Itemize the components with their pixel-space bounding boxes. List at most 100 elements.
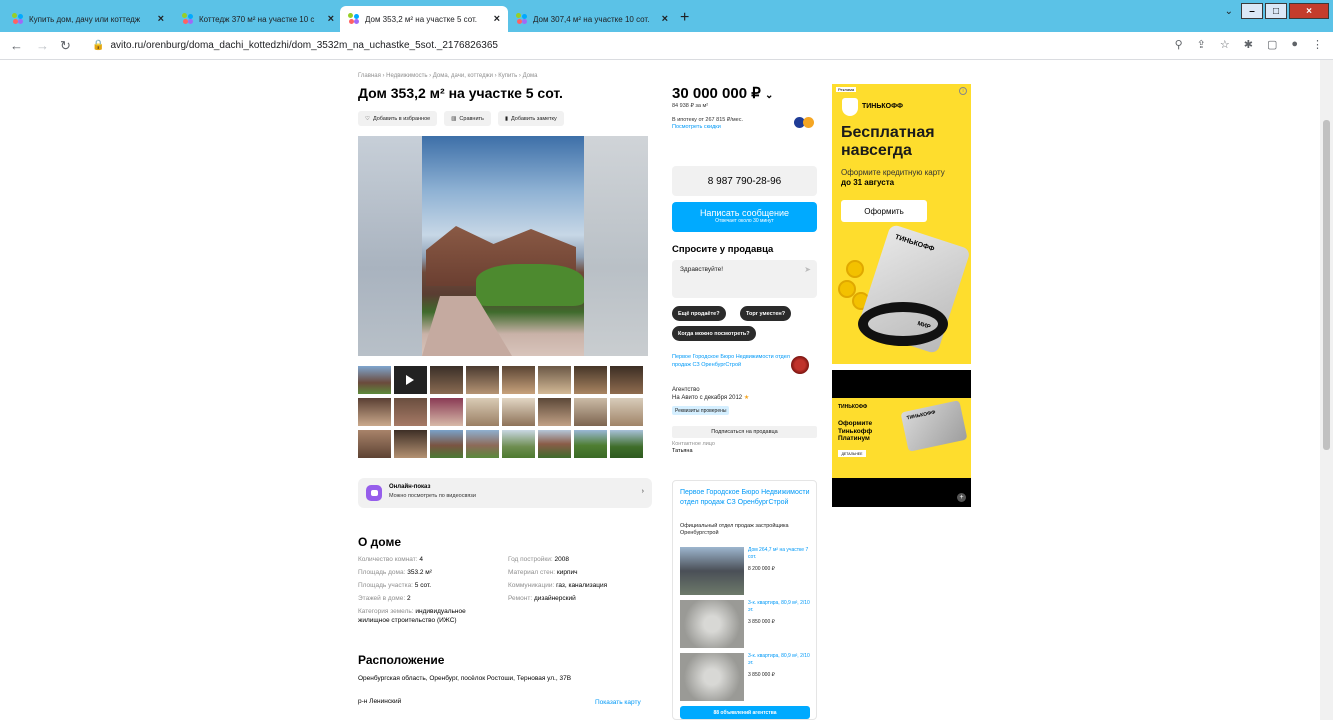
thumbnail[interactable]: [574, 398, 607, 426]
tab-1[interactable]: Купить дом, дачу или коттедж ×: [4, 6, 172, 32]
param-key: Площадь дома:: [358, 569, 408, 576]
thumbnail[interactable]: [358, 366, 391, 394]
compare-button[interactable]: ▥ Сравнить: [444, 111, 491, 126]
maximize-icon[interactable]: □: [1265, 3, 1287, 19]
bookmark-star-icon[interactable]: ☆: [1220, 38, 1230, 51]
thumbnail[interactable]: [538, 398, 571, 426]
url-field[interactable]: 🔒 avito.ru/orenburg/doma_dachi_kottedzhi/…: [92, 40, 498, 51]
tab-3-active[interactable]: Дом 353,2 м² на участке 5 сот. ×: [340, 6, 508, 32]
ad-expand-icon[interactable]: +: [957, 493, 966, 502]
menu-icon[interactable]: ⋮: [1312, 38, 1323, 51]
video-thumbnail[interactable]: [394, 366, 427, 394]
seller-type: Агентство: [672, 387, 700, 393]
online-show-banner[interactable]: Онлайн-показ Можно посмотреть по видеосв…: [358, 478, 652, 508]
thumbnail[interactable]: [610, 366, 643, 394]
message-label: Написать сообщение: [699, 208, 790, 218]
minimize-icon[interactable]: –: [1241, 3, 1263, 19]
address: Оренбургская область, Оренбург, посёлок …: [358, 675, 572, 682]
add-favorite-button[interactable]: ♡ Добавить в избранное: [358, 111, 438, 126]
thumbnail[interactable]: [538, 366, 571, 394]
close-tab-icon[interactable]: ×: [158, 13, 164, 25]
district: р-н Ленинский: [358, 698, 402, 705]
listing-actions: ♡ Добавить в избранное ▥ Сравнить ▮ Добавит…: [358, 111, 564, 126]
thumbnail[interactable]: [538, 430, 571, 458]
tab-4[interactable]: Дом 307,4 м² на участке 10 сот. ×: [508, 6, 676, 32]
tinkoff-ad-banner[interactable]: Реклама i ТИНЬКОФФ Бесплатная навсегда О…: [832, 84, 971, 364]
scrollbar-thumb[interactable]: [1323, 120, 1330, 450]
agency-listing[interactable]: Дом 264,7 м² на участке 7 сот. 8 200 000…: [680, 547, 812, 595]
listing-title[interactable]: 3-к. квартира, 80,9 м², 2/10 эт.: [748, 600, 812, 613]
ask-seller-input[interactable]: Здравствуйте! ➤: [672, 260, 817, 298]
ad-sub-bold: до 31 августа: [841, 178, 895, 187]
thumbnail[interactable]: [430, 366, 463, 394]
ad-cta-button[interactable]: Оформить: [841, 200, 927, 222]
seller-avatar[interactable]: [791, 356, 809, 374]
mortgage-link[interactable]: Посмотреть скидки: [672, 124, 743, 131]
show-map-link[interactable]: Показать карту: [595, 699, 641, 706]
reload-icon[interactable]: ↻: [60, 38, 71, 54]
thumbnail[interactable]: [358, 430, 391, 458]
quick-question-chip[interactable]: Ещё продаёте?: [672, 306, 726, 321]
ad2-button[interactable]: ДЕТАЛЬНЕЕ: [838, 450, 866, 457]
seller-name-link[interactable]: Первое Городское Бюро Недвижимости отдел…: [672, 354, 790, 369]
all-agency-listings-button[interactable]: 88 объявлений агентства: [680, 706, 810, 719]
price-value: 30 000 000 ₽: [672, 85, 761, 102]
thumbnail[interactable]: [574, 366, 607, 394]
thumbnail[interactable]: [466, 430, 499, 458]
thumbnail[interactable]: [358, 398, 391, 426]
thumbnail[interactable]: [394, 430, 427, 458]
chevron-down-icon: ⌄: [764, 90, 774, 101]
param-plot-area: Площадь участка: 5 сот.: [358, 581, 498, 590]
close-tab-icon[interactable]: ×: [662, 13, 668, 25]
forward-icon[interactable]: →: [36, 38, 49, 53]
add-note-label: Добавить заметку: [510, 115, 557, 122]
thumbnail[interactable]: [466, 398, 499, 426]
phone-button[interactable]: 8 987 790-28-96: [672, 166, 817, 196]
thumbnail[interactable]: [610, 430, 643, 458]
extensions-icon[interactable]: ✱: [1244, 38, 1253, 51]
write-message-button[interactable]: Написать сообщение Отвечает около 30 мин…: [672, 202, 817, 232]
thumbnail[interactable]: [502, 398, 535, 426]
agency-listing[interactable]: 3-к. квартира, 80,9 м², 2/10 эт. 3 850 0…: [680, 653, 812, 701]
thumbnail[interactable]: [430, 430, 463, 458]
close-tab-icon[interactable]: ×: [494, 13, 500, 25]
thumbnail[interactable]: [502, 430, 535, 458]
profile-icon[interactable]: ●: [1291, 38, 1298, 51]
share-icon[interactable]: ⇪: [1197, 38, 1206, 51]
close-tab-icon[interactable]: ×: [328, 13, 334, 25]
lock-icon: 🔒: [92, 40, 105, 51]
house-photo: [422, 136, 584, 356]
subscribe-button[interactable]: Подписаться на продавца: [672, 426, 817, 438]
avito-favicon-icon: [348, 13, 360, 25]
agency-name-link[interactable]: Первое Городское Бюро Недвижимости отдел…: [680, 488, 810, 507]
main-photo[interactable]: [358, 136, 648, 356]
price[interactable]: 30 000 000 ₽ ⌄: [672, 84, 773, 102]
tab-2[interactable]: Коттедж 370 м² на участке 10 с ×: [174, 6, 342, 32]
breadcrumb[interactable]: Главная › Недвижимость › Дома, дачи, кот…: [358, 73, 538, 79]
zoom-icon[interactable]: ⚲: [1175, 38, 1183, 51]
thumbnail[interactable]: [574, 430, 607, 458]
back-icon[interactable]: ←: [10, 38, 23, 53]
thumbnail[interactable]: [502, 366, 535, 394]
add-note-button[interactable]: ▮ Добавить заметку: [497, 111, 564, 126]
thumbnail[interactable]: [394, 398, 427, 426]
thumbnail[interactable]: [610, 398, 643, 426]
tinkoff-platinum-ad[interactable]: ТИНЬКОФФ Оформите Тинькофф Платинум ТИНЬ…: [832, 370, 971, 507]
message-sublabel: Отвечает около 30 минут: [715, 218, 774, 224]
quick-question-chip[interactable]: Торг уместен?: [740, 306, 792, 321]
close-window-icon[interactable]: ×: [1289, 3, 1329, 19]
listing-title[interactable]: Дом 264,7 м² на участке 7 сот.: [748, 547, 812, 560]
listing-title[interactable]: 3-к. квартира, 80,9 м², 2/10 эт.: [748, 653, 812, 666]
sidepanel-icon[interactable]: ▢: [1267, 38, 1277, 51]
listing-price: 3 850 000 ₽: [748, 619, 775, 625]
agency-listing[interactable]: 3-к. квартира, 80,9 м², 2/10 эт. 3 850 0…: [680, 600, 812, 648]
param-house-area: Площадь дома: 353.2 м²: [358, 568, 498, 577]
new-tab-icon[interactable]: +: [680, 9, 689, 27]
thumbnail[interactable]: [466, 366, 499, 394]
send-icon[interactable]: ➤: [804, 265, 811, 274]
thumbnail[interactable]: [430, 398, 463, 426]
ad-info-icon[interactable]: i: [959, 87, 967, 95]
quick-question-chip[interactable]: Когда можно посмотреть?: [672, 326, 756, 341]
page-scrollbar[interactable]: [1320, 60, 1333, 720]
tab-search-chevron-icon[interactable]: ⌄: [1225, 6, 1233, 17]
